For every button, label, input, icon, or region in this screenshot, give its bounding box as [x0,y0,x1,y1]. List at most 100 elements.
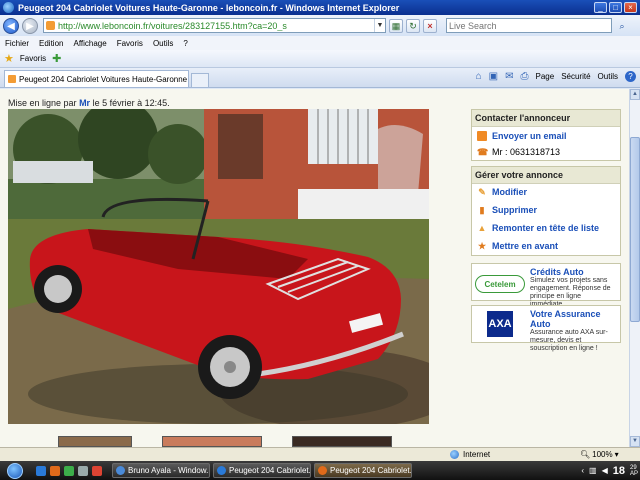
ie-task-icon [217,466,226,475]
chrome-quicklaunch-icon[interactable] [64,465,74,476]
bump-link[interactable]: ▲ Remonter en tête de liste [472,217,620,235]
language-icon[interactable]: ‹ [581,466,584,475]
new-tab-button[interactable] [191,73,209,87]
email-link[interactable]: Envoyer un email [472,127,620,145]
maximize-button[interactable]: □ [609,2,622,13]
delete-label: Supprimer [492,205,538,215]
ie-quicklaunch-icon[interactable] [36,465,46,476]
compat-view-button[interactable]: ▦ [389,18,403,33]
zoom-level: 100% [592,450,613,459]
volume-icon[interactable]: ◀ [602,466,608,475]
globe-icon [450,450,459,459]
window-titlebar: Peugeot 204 Cabriolet Voitures Haute-Gar… [0,0,640,15]
start-button[interactable] [0,461,30,480]
axa-logo: AXA [487,311,513,337]
stop-button[interactable]: × [423,18,437,33]
windows-orb-icon [7,462,23,479]
ad-cetelem[interactable]: Cetelem Crédits Auto Simulez vos projets… [471,263,621,308]
menu-edit[interactable]: Edition [39,39,63,48]
minimize-button[interactable]: _ [594,2,607,13]
firefox-quicklaunch-icon[interactable] [50,465,60,476]
search-input[interactable] [449,20,611,31]
status-bar: Internet 🔍︎ 100% ▾ [0,447,640,461]
phone-icon: ☎ [477,147,489,157]
thumbnail[interactable] [292,436,392,447]
posted-line: Mise en ligne par Mr le 5 février à 12:4… [8,98,170,108]
vertical-scrollbar[interactable]: ▲ ▼ [629,89,640,447]
feature-link[interactable]: ★ Mettre en avant [472,235,620,253]
bump-label: Remonter en tête de liste [492,223,600,233]
modify-label: Modifier [492,187,527,197]
media-quicklaunch-icon[interactable] [92,465,102,476]
menu-file[interactable]: Fichier [5,39,29,48]
explorer-task-icon [116,466,125,475]
manage-title: Gérer votre annonce [472,167,620,184]
add-favorite-icon[interactable]: ✚ [52,52,61,65]
email-label: Envoyer un email [492,131,567,141]
url-field[interactable]: http://www.leboncoin.fr/voitures/2831271… [43,18,386,33]
scroll-up-icon[interactable]: ▲ [630,89,640,100]
task-label: Bruno Ayala - Window... [128,466,210,475]
cetelem-logo: Cetelem [475,275,525,293]
task-explorer[interactable]: Bruno Ayala - Window... [112,463,210,478]
refresh-button[interactable]: ↻ [406,18,420,33]
zoom-dropdown-icon[interactable]: ▾ [615,450,619,459]
favorites-bar: ★ Favoris ✚ [0,50,640,68]
security-menu[interactable]: Sécurité [561,72,590,81]
contact-panel: Contacter l'annonceur Envoyer un email ☎… [471,109,621,161]
page-icon [46,21,55,30]
print-icon[interactable]: ⎙ [521,71,529,82]
url-dropdown-icon[interactable]: ▼ [374,19,385,32]
search-icon[interactable]: ⌕ [615,19,629,33]
address-bar: ◀ ▶ http://www.leboncoin.fr/voitures/283… [0,15,640,36]
car-photo[interactable] [8,109,429,424]
menu-favorites[interactable]: Favoris [117,39,143,48]
network-icon[interactable]: ▥ [589,466,597,475]
email-icon [477,131,487,141]
posted-prefix: Mise en ligne par [8,98,77,108]
scroll-down-icon[interactable]: ▼ [630,436,640,447]
thumbnail[interactable] [162,436,262,447]
search-field[interactable] [446,18,612,33]
pencil-icon: ✎ [478,187,486,197]
close-button[interactable]: × [624,2,637,13]
window-title: Peugeot 204 Cabriolet Voitures Haute-Gar… [18,2,400,13]
delete-link[interactable]: ▮ Supprimer [472,199,620,217]
menu-help[interactable]: ? [183,39,187,48]
car-photo-illustration [8,109,429,424]
menu-view[interactable]: Affichage [73,39,106,48]
ie-icon [3,2,14,13]
star-icon: ★ [477,241,487,251]
command-bar: ⌂ ▣ ✉ ⎙ Page Sécurité Outils ? [476,71,636,82]
clock-small: 29 AP [630,465,638,477]
help-icon[interactable]: ? [625,71,636,82]
thumbnail[interactable] [58,436,132,447]
photo-thumbnails [58,436,392,447]
mail-icon[interactable]: ✉ [505,71,513,82]
tab-leboncoin[interactable]: Peugeot 204 Cabriolet Voitures Haute-Gar… [4,70,189,87]
author-link[interactable]: Mr [79,98,90,108]
back-button[interactable]: ◀ [3,17,19,34]
favorites-button[interactable]: Favoris [20,54,46,63]
task-firefox[interactable]: Peugeot 204 Cabriolet... [314,463,412,478]
zoom-control[interactable]: 🔍︎ 100% ▾ [580,450,619,459]
task-ie[interactable]: Peugeot 204 Cabriolet... [213,463,311,478]
scroll-thumb[interactable] [630,137,640,322]
menu-tools[interactable]: Outils [153,39,173,48]
tools-menu[interactable]: Outils [598,72,618,81]
feeds-icon[interactable]: ▣ [489,71,498,82]
favorites-star-icon[interactable]: ★ [4,52,14,65]
page-menu[interactable]: Page [536,72,555,81]
arrow-up-icon: ▲ [477,223,487,233]
home-icon[interactable]: ⌂ [476,71,482,82]
feature-label: Mettre en avant [492,241,559,251]
forward-button[interactable]: ▶ [22,17,38,34]
clock-ampm: AP [629,470,638,477]
modify-link[interactable]: ✎ Modifier [472,184,620,199]
magnifier-icon: 🔍︎ [580,450,591,459]
desktop-quicklaunch-icon[interactable] [78,465,88,476]
ad-axa[interactable]: AXA Votre Assurance Auto Assurance auto … [471,305,621,352]
tab-title: Peugeot 204 Cabriolet Voitures Haute-Gar… [19,74,188,84]
clock[interactable]: 18 [613,465,625,477]
ad-cetelem-title: Crédits Auto [530,267,584,277]
